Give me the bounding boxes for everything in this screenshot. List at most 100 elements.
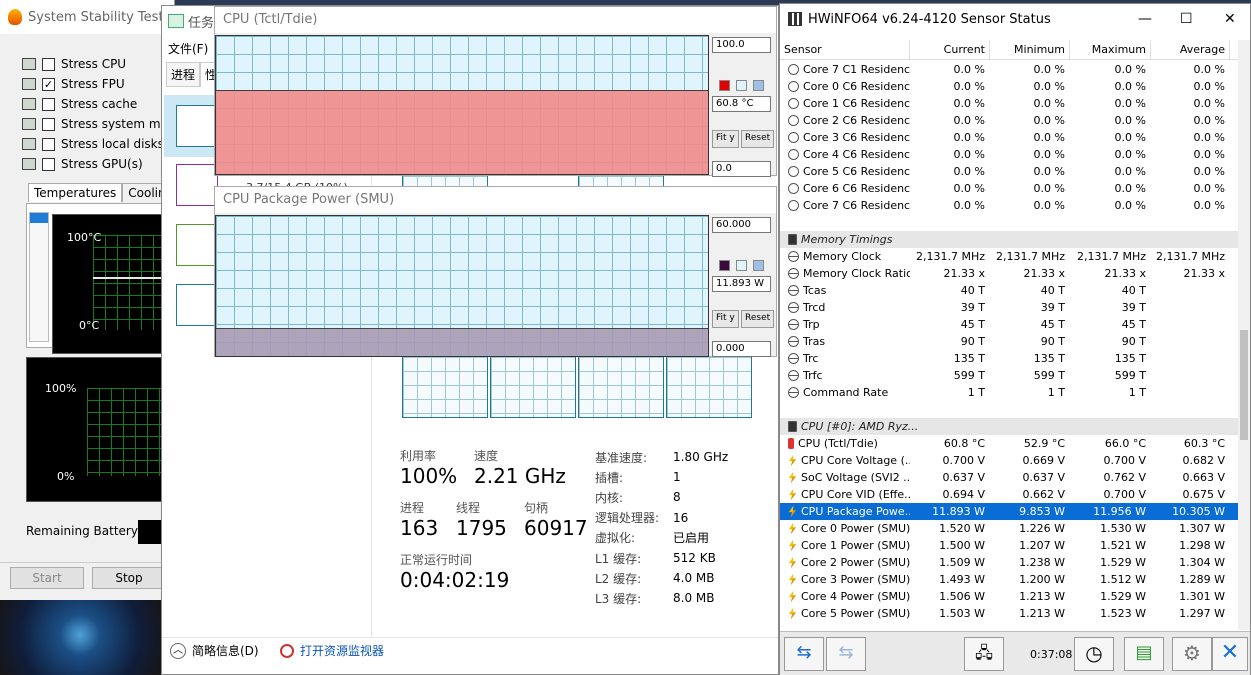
sensor-value: 0.0 % — [1033, 114, 1065, 127]
table-row[interactable]: Core 1 Power (SMU) 1.500 W 1.207 W 1.521 W 1… — [780, 537, 1240, 554]
maximize-icon[interactable]: ☐ — [1180, 11, 1193, 27]
stress-checkbox[interactable] — [42, 157, 55, 171]
cpu-power-fit-button[interactable]: Fit y — [712, 310, 739, 328]
table-row[interactable]: Memory Clock 2,131.7 MHz 2,131.7 MHz 2,131.… — [780, 248, 1240, 265]
tab-processes[interactable]: 进程 — [166, 62, 201, 87]
sensor-value: 40 T — [1121, 284, 1146, 297]
sidebar-item-ethernet[interactable] — [176, 284, 218, 326]
spec-label: L2 缓存: — [595, 571, 642, 586]
col-sensor[interactable]: Sensor — [780, 40, 910, 59]
sensor-value: 0.762 V — [1103, 471, 1146, 484]
table-row[interactable]: Core 7 C6 Residency 0.0 % 0.0 % 0.0 % 0.0 % — [780, 197, 1240, 214]
sensor-scrollbar[interactable] — [1238, 40, 1250, 630]
table-row[interactable]: Core 2 C6 Residency 0.0 % 0.0 % 0.0 % 0.0 % — [780, 112, 1240, 129]
stress-checkbox[interactable]: ✓ — [42, 77, 55, 91]
table-row[interactable]: Core 3 Power (SMU) 1.493 W 1.200 W 1.512 W 1… — [780, 571, 1240, 588]
cpu-temp-reset-button[interactable]: Reset — [741, 130, 775, 148]
table-row[interactable]: Core 6 C6 Residency 0.0 % 0.0 % 0.0 % 0.0 % — [780, 180, 1240, 197]
table-row[interactable]: Core 4 C6 Residency 0.0 % 0.0 % 0.0 % 0.0 % — [780, 146, 1240, 163]
table-row[interactable]: Tras 90 T 90 T 90 T — [780, 333, 1240, 350]
sensor-icon — [788, 522, 797, 535]
col-minimum[interactable]: Minimum — [990, 40, 1070, 59]
cpu-temp-graph-title[interactable]: CPU (Tctl/Tdie) — [215, 7, 776, 33]
sidebar-item-memory[interactable] — [176, 164, 218, 206]
table-row[interactable]: CPU Core Voltage (... 0.700 V 0.669 V 0.700… — [780, 452, 1240, 469]
cpu-power-graph-title[interactable]: CPU Package Power (SMU) — [215, 187, 776, 213]
stress-checkbox[interactable] — [42, 137, 55, 151]
col-current[interactable]: Current — [910, 40, 990, 59]
minimize-icon[interactable]: — — [1138, 11, 1152, 27]
stress-checkbox[interactable] — [42, 117, 55, 131]
cpu-specs: 基准速度: 1.80 GHz 插槽: 1 内核: 8 逻辑处理器: 16 虚拟化: 已启用 L1 缓… — [595, 447, 775, 609]
spec-value: 16 — [673, 510, 689, 525]
sensor-icon — [788, 539, 797, 552]
cpu-power-reset-button[interactable]: Reset — [741, 310, 775, 328]
table-row[interactable]: Core 4 Power (SMU) 1.506 W 1.213 W 1.529 W 1… — [780, 588, 1240, 605]
table-row[interactable]: Core 0 C6 Residency 0.0 % 0.0 % 0.0 % 0.0 % — [780, 78, 1240, 95]
group-label: CPU [#0]: AMD Ryz... — [801, 420, 919, 433]
sensor-group[interactable]: CPU [#0]: AMD Ryz... — [780, 418, 1240, 435]
sensor-value: 0.0 % — [1193, 148, 1225, 161]
table-row[interactable]: Memory Clock Ratio 21.33 x 21.33 x 21.33 x 2… — [780, 265, 1240, 282]
network-icon[interactable]: 🖧 — [964, 637, 1004, 671]
table-row[interactable]: Command Rate 1 T 1 T 1 T — [780, 384, 1240, 401]
start-button[interactable]: Start — [10, 567, 84, 589]
fewer-details-link[interactable]: ︿ 简略信息(D) — [170, 642, 259, 659]
table-row[interactable]: Trc 135 T 135 T 135 T — [780, 350, 1240, 367]
close-sensors-icon[interactable]: ✕ — [1212, 637, 1248, 671]
cpu-temp-grid-color[interactable] — [753, 80, 764, 91]
table-row[interactable]: Core 2 Power (SMU) 1.509 W 1.238 W 1.529 W 1… — [780, 554, 1240, 571]
stress-checkbox[interactable] — [42, 97, 55, 111]
sensor-icon — [788, 471, 797, 484]
scroll-thumb[interactable] — [1240, 330, 1248, 440]
add-report-icon[interactable]: ▤ — [1124, 637, 1164, 671]
col-maximum[interactable]: Maximum — [1070, 40, 1151, 59]
table-row[interactable]: Tcas 40 T 40 T 40 T — [780, 282, 1240, 299]
settings-gear-icon[interactable]: ⚙ — [1172, 637, 1212, 671]
cpu-power-bg-color[interactable] — [736, 260, 747, 271]
table-row[interactable]: Trfc 599 T 599 T 599 T — [780, 367, 1240, 384]
device-icon — [22, 98, 36, 110]
stress-checkbox[interactable] — [42, 57, 55, 71]
cpu-temp-fit-button[interactable]: Fit y — [712, 130, 739, 148]
sensor-value: 21.33 x — [1183, 267, 1226, 280]
table-row[interactable]: Trp 45 T 45 T 45 T — [780, 316, 1240, 333]
temp-scroll[interactable] — [29, 212, 49, 342]
cpu-temp-bg-color[interactable] — [736, 80, 747, 91]
sensor-value: 0.700 V — [1103, 454, 1146, 467]
table-row[interactable]: Trcd 39 T 39 T 39 T — [780, 299, 1240, 316]
table-row[interactable]: CPU Package Powe... 11.893 W 9.853 W 11.956… — [780, 503, 1240, 520]
sidebar-item-disk[interactable] — [176, 224, 218, 266]
tab-temperatures[interactable]: Temperatures — [28, 183, 123, 202]
table-row[interactable]: Core 1 C6 Residency 0.0 % 0.0 % 0.0 % 0.0 % — [780, 95, 1240, 112]
cpu-power-grid-color[interactable] — [753, 260, 764, 271]
col-average[interactable]: Average — [1151, 40, 1230, 59]
sensor-name: SoC Voltage (SVI2 ... — [801, 471, 910, 484]
table-row[interactable]: CPU Core VID (Effe... 0.694 V 0.662 V 0.700… — [780, 486, 1240, 503]
sensor-value: 1.213 W — [1019, 590, 1065, 603]
cpu-power-color[interactable] — [719, 260, 730, 271]
table-row[interactable]: Core 0 Power (SMU) 1.520 W 1.226 W 1.530 W 1… — [780, 520, 1240, 537]
table-row[interactable]: Core 5 Power (SMU) 1.503 W 1.213 W 1.523 W 1… — [780, 605, 1240, 622]
resource-monitor-link[interactable]: 打开资源监视器 — [280, 642, 384, 659]
sensor-icon — [788, 573, 797, 586]
table-row[interactable]: Core 5 C6 Residency 0.0 % 0.0 % 0.0 % 0.0 % — [780, 163, 1240, 180]
sensor-value: 0.0 % — [1193, 131, 1225, 144]
cpu-temp-color[interactable] — [719, 80, 730, 91]
clock-icon[interactable]: ◷ — [1074, 637, 1114, 671]
menu-file[interactable]: 文件(F) — [168, 40, 208, 57]
sensor-name: Core 0 Power (SMU) — [801, 522, 910, 535]
sensor-value: 0.0 % — [1193, 114, 1225, 127]
stability-titlebar[interactable]: System Stability Test - — [0, 0, 174, 34]
sensor-value: 40 T — [1040, 284, 1065, 297]
table-row[interactable]: CPU (Tctl/Tdie) 60.8 °C 52.9 °C 66.0 °C 60.3… — [780, 435, 1240, 452]
sensor-group[interactable]: Memory Timings — [780, 231, 1240, 248]
close-icon[interactable]: ✕ — [1224, 11, 1236, 27]
nav-arrows-icon[interactable]: ⇆ — [784, 637, 824, 671]
table-row[interactable]: Core 3 C6 Residency 0.0 % 0.0 % 0.0 % 0.0 % — [780, 129, 1240, 146]
table-row[interactable]: SoC Voltage (SVI2 ... 0.637 V 0.637 V 0.762… — [780, 469, 1240, 486]
table-row[interactable]: Core 7 C1 Residency 0.0 % 0.0 % 0.0 % 0.0 % — [780, 61, 1240, 78]
sensor-value: 0.637 V — [942, 471, 985, 484]
stop-button[interactable]: Stop — [92, 567, 166, 589]
nav-arrows-alt-icon[interactable]: ⇆ — [826, 637, 866, 671]
